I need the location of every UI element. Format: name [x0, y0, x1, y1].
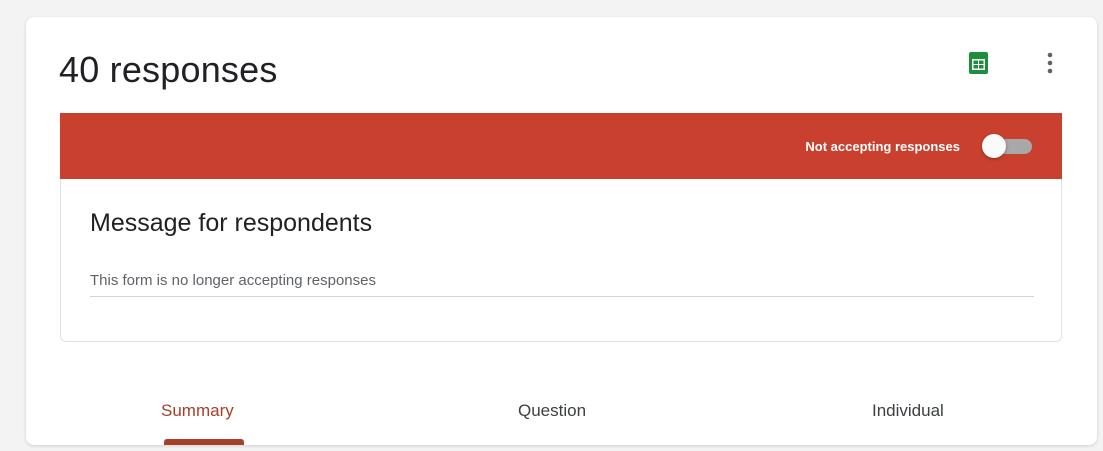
tab-individual[interactable]: Individual: [872, 401, 944, 421]
more-vert-icon: [1047, 52, 1053, 74]
toggle-thumb: [982, 134, 1006, 158]
responses-count-title: 40 responses: [59, 49, 278, 90]
active-tab-indicator: [164, 439, 244, 445]
respondent-message-input[interactable]: [90, 265, 1034, 297]
responses-card: 40 responses Not accepting responses Mes…: [26, 17, 1097, 445]
google-sheets-icon: [968, 52, 988, 74]
message-for-respondents-panel: Message for respondents: [60, 179, 1062, 342]
accepting-responses-label: Not accepting responses: [805, 138, 960, 154]
accepting-responses-toggle[interactable]: [982, 134, 1034, 158]
view-in-sheets-button[interactable]: [965, 50, 991, 76]
message-heading: Message for respondents: [90, 209, 373, 237]
response-view-tabs: Summary Question Individual: [26, 381, 1097, 445]
not-accepting-banner: Not accepting responses: [60, 113, 1062, 179]
tab-summary[interactable]: Summary: [161, 401, 234, 421]
more-options-button[interactable]: [1036, 48, 1064, 78]
tab-question[interactable]: Question: [518, 401, 586, 421]
